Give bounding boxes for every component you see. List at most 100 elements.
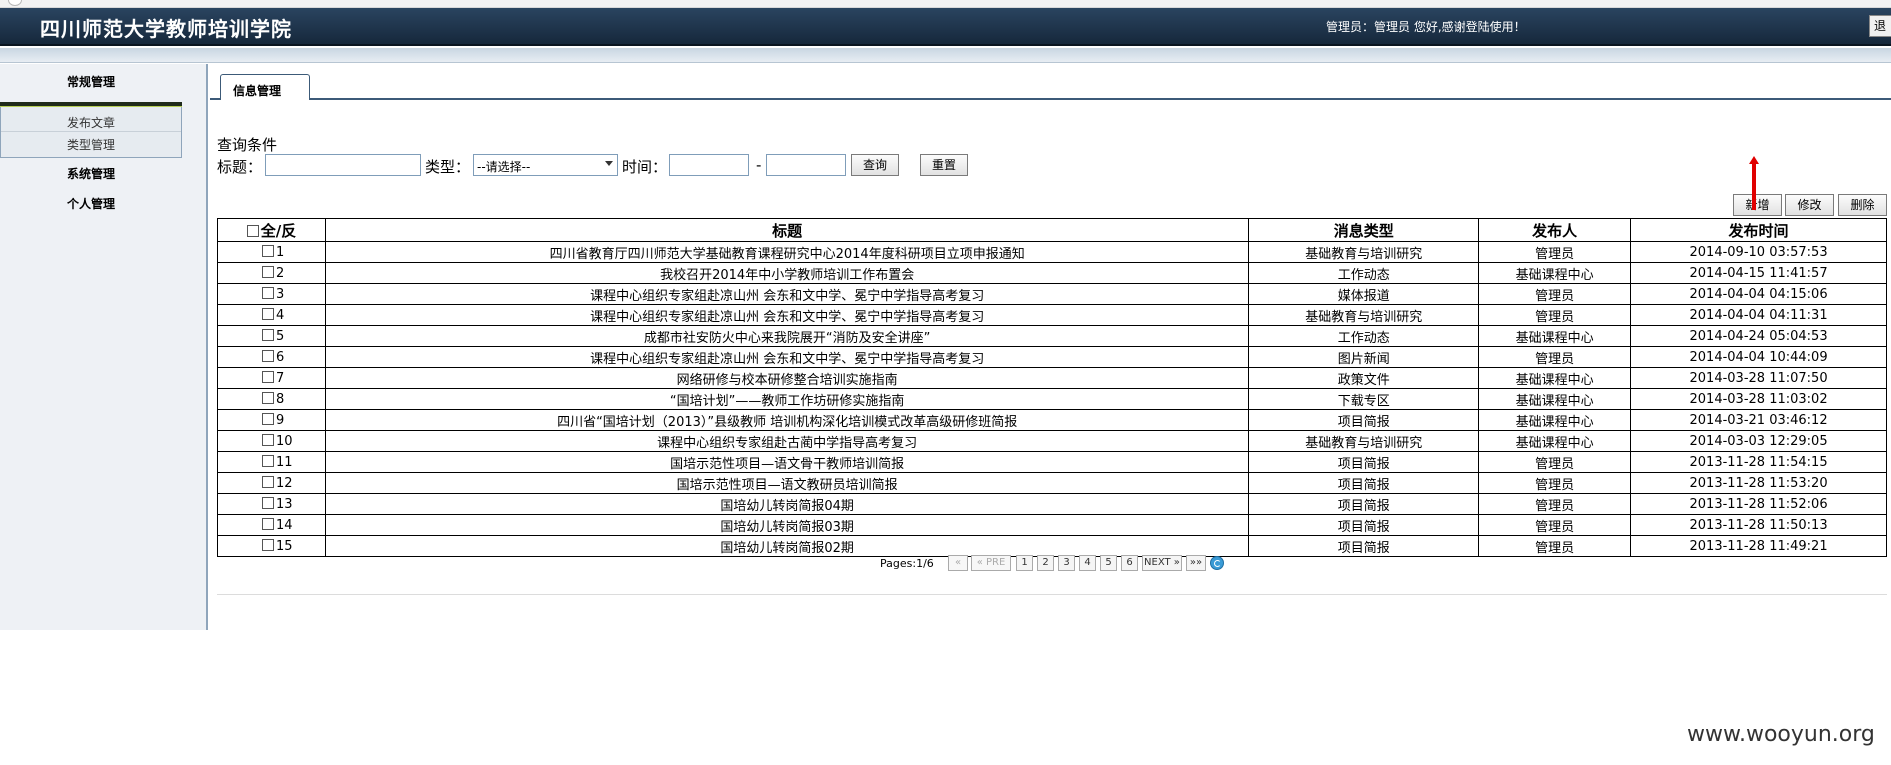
time-end-input[interactable] — [766, 154, 846, 176]
pager: Pages:1/6 « « PRE 1 2 3 4 5 6 NEXT » »» — [880, 555, 1280, 573]
select-all-header[interactable]: 全/反 — [217, 218, 326, 242]
tab-bar-line — [210, 98, 1891, 100]
row-title[interactable]: 我校召开2014年中小学教师培训工作布置会 — [324, 262, 1250, 284]
checkbox[interactable] — [262, 307, 274, 320]
search-button[interactable]: 查询 — [851, 154, 899, 176]
row-select-cell[interactable]: 7 — [217, 367, 326, 389]
row-select-cell[interactable]: 9 — [217, 409, 326, 431]
logout-button[interactable]: 退 — [1869, 15, 1891, 37]
pager-first-button[interactable]: « — [948, 555, 968, 571]
row-select-cell[interactable]: 4 — [217, 304, 326, 326]
row-title[interactable]: 国培示范性项目—语文教研员培训简报 — [324, 472, 1250, 494]
row-time: 2013-11-28 11:52:06 — [1630, 493, 1887, 515]
row-time: 2014-03-03 12:29:05 — [1630, 430, 1887, 452]
add-button[interactable]: 新增 — [1733, 194, 1782, 216]
pager-last-button[interactable]: »» — [1186, 555, 1206, 571]
checkbox[interactable] — [262, 475, 274, 488]
row-select-cell[interactable]: 5 — [217, 325, 326, 347]
row-select-cell[interactable]: 8 — [217, 388, 326, 410]
title-input[interactable] — [265, 154, 421, 176]
checkbox[interactable] — [262, 433, 274, 446]
row-title[interactable]: 成都市社安防火中心来我院展开“消防及安全讲座” — [324, 325, 1250, 347]
row-publisher: 基础课程中心 — [1478, 430, 1632, 452]
header-time: 发布时间 — [1630, 218, 1887, 242]
pager-page-4[interactable]: 4 — [1079, 555, 1096, 571]
checkbox[interactable] — [262, 265, 274, 278]
row-publisher: 基础课程中心 — [1478, 262, 1632, 284]
pager-page-3[interactable]: 3 — [1058, 555, 1075, 571]
row-publisher: 管理员 — [1478, 493, 1632, 515]
row-select-cell[interactable]: 13 — [217, 493, 326, 515]
checkbox[interactable] — [246, 224, 259, 237]
pager-page-5[interactable]: 5 — [1100, 555, 1117, 571]
row-title[interactable]: “国培计划”——教师工作坊研修实施指南 — [324, 388, 1250, 410]
query-form: 标题： 类型： --请选择-- 时间： - 查询 重置 — [217, 154, 1117, 178]
row-title[interactable]: 课程中心组织专家组赴古蔺中学指导高考复习 — [324, 430, 1250, 452]
row-select-cell[interactable]: 6 — [217, 346, 326, 368]
row-select-cell[interactable]: 11 — [217, 451, 326, 473]
sidebar-group-routine[interactable]: 常规管理 — [67, 73, 115, 90]
pager-prev-button[interactable]: « PRE — [971, 555, 1011, 571]
row-title[interactable]: 国培示范性项目—语文骨干教师培训简报 — [324, 451, 1250, 473]
row-publisher: 基础课程中心 — [1478, 409, 1632, 431]
annotation-arrow — [1749, 156, 1759, 210]
delete-button[interactable]: 删除 — [1838, 194, 1887, 216]
pager-next-button[interactable]: NEXT » — [1142, 555, 1182, 571]
row-select-cell[interactable]: 10 — [217, 430, 326, 452]
checkbox[interactable] — [262, 412, 274, 425]
row-title[interactable]: 课程中心组织专家组赴凉山州 会东和文中学、冕宁中学指导高考复习 — [324, 283, 1250, 305]
type-select[interactable]: --请选择-- — [473, 154, 618, 176]
pager-page-1[interactable]: 1 — [1016, 555, 1033, 571]
row-title[interactable]: 课程中心组织专家组赴凉山州 会东和文中学、冕宁中学指导高考复习 — [324, 346, 1250, 368]
row-type: 工作动态 — [1248, 325, 1480, 347]
row-select-cell[interactable]: 14 — [217, 514, 326, 536]
edit-button[interactable]: 修改 — [1785, 194, 1834, 216]
reset-button[interactable]: 重置 — [920, 154, 968, 176]
table-row: 13 国培幼儿转岗简报04期 项目简报 管理员 2013-11-28 11:52:06 — [217, 493, 1887, 515]
row-title[interactable]: 网络研修与校本研修整合培训实施指南 — [324, 367, 1250, 389]
checkbox[interactable] — [262, 244, 274, 257]
row-title[interactable]: 国培幼儿转岗简报03期 — [324, 514, 1250, 536]
table-row: 10 课程中心组织专家组赴古蔺中学指导高考复习 基础教育与培训研究 基础课程中心 201… — [217, 430, 1887, 452]
tab-info-management[interactable]: 信息管理 — [220, 74, 310, 100]
time-start-input[interactable] — [669, 154, 749, 176]
row-select-cell[interactable]: 1 — [217, 241, 326, 263]
row-title[interactable]: 国培幼儿转岗简报02期 — [324, 535, 1250, 557]
row-title[interactable]: 四川省“国培计划（2013）”县级教师 培训机构深化培训模式改革高级研修班简报 — [324, 409, 1250, 431]
checkbox[interactable] — [262, 517, 274, 530]
row-select-cell[interactable]: 15 — [217, 535, 326, 557]
sidebar-group-personal[interactable]: 个人管理 — [67, 195, 115, 212]
type-select-value: --请选择-- — [477, 160, 531, 174]
sidebar-group-system[interactable]: 系统管理 — [67, 165, 115, 182]
row-time: 2014-03-21 03:46:12 — [1630, 409, 1887, 431]
row-title[interactable]: 国培幼儿转岗简报04期 — [324, 493, 1250, 515]
row-time: 2014-03-28 11:03:02 — [1630, 388, 1887, 410]
checkbox[interactable] — [262, 349, 274, 362]
pager-page-2[interactable]: 2 — [1037, 555, 1054, 571]
table-row: 11 国培示范性项目—语文骨干教师培训简报 项目简报 管理员 2013-11-28 11… — [217, 451, 1887, 473]
row-time: 2014-04-24 05:04:53 — [1630, 325, 1887, 347]
checkbox[interactable] — [262, 538, 274, 551]
article-table: 全/反 标题 消息类型 发布人 发布时间 1 四川省教育厅四川师范大学基础教育课程… — [217, 218, 1887, 557]
checkbox[interactable] — [262, 286, 274, 299]
row-type: 媒体报道 — [1248, 283, 1480, 305]
refresh-icon[interactable] — [1210, 556, 1224, 570]
checkbox[interactable] — [262, 328, 274, 341]
row-title[interactable]: 四川省教育厅四川师范大学基础教育课程研究中心2014年度科研项目立项申报通知 — [324, 241, 1250, 263]
pager-page-6[interactable]: 6 — [1121, 555, 1138, 571]
row-select-cell[interactable]: 3 — [217, 283, 326, 305]
checkbox[interactable] — [262, 454, 274, 467]
sidebar-item-type-management[interactable]: 类型管理 — [67, 136, 115, 153]
sidebar-item-publish-article[interactable]: 发布文章 — [67, 114, 115, 131]
row-id: 14 — [276, 517, 293, 533]
row-title[interactable]: 课程中心组织专家组赴凉山州 会东和文中学、冕宁中学指导高考复习 — [324, 304, 1250, 326]
checkbox[interactable] — [262, 370, 274, 383]
row-time: 2013-11-28 11:49:21 — [1630, 535, 1887, 557]
checkbox[interactable] — [262, 496, 274, 509]
row-select-cell[interactable]: 2 — [217, 262, 326, 284]
sidebar: 常规管理 发布文章 类型管理 系统管理 个人管理 — [0, 64, 208, 630]
row-publisher: 基础课程中心 — [1478, 367, 1632, 389]
checkbox[interactable] — [262, 391, 274, 404]
row-select-cell[interactable]: 12 — [217, 472, 326, 494]
row-id: 12 — [276, 475, 293, 491]
